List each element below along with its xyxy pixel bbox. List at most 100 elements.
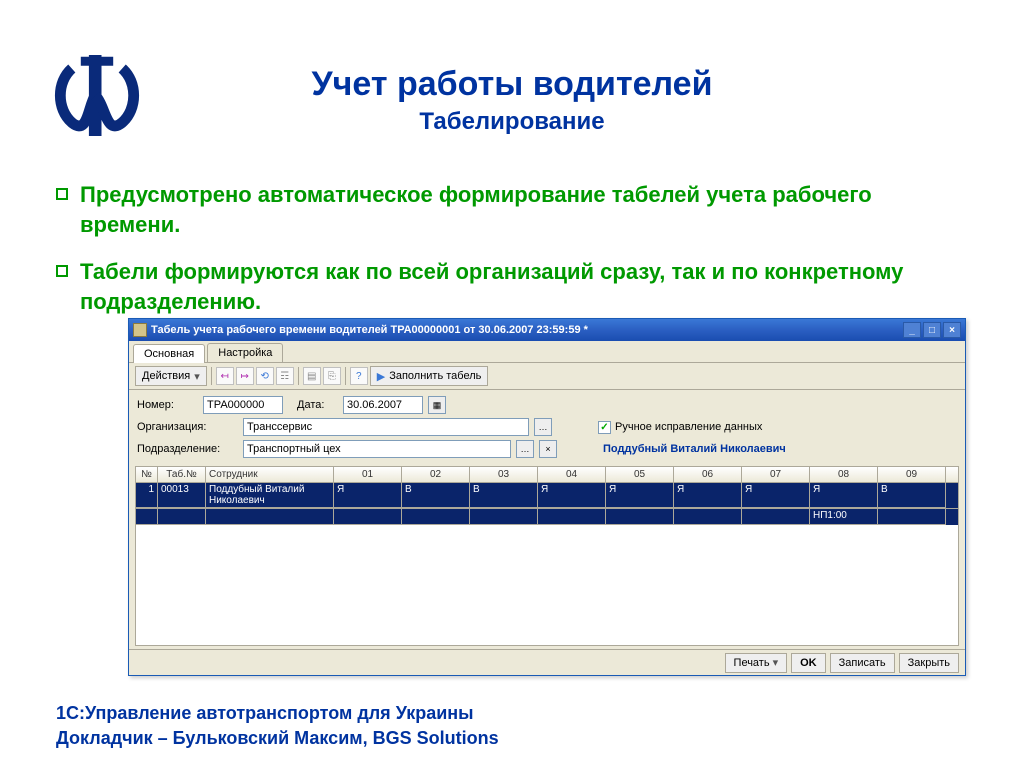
manual-checkbox[interactable]: ✓ (598, 421, 611, 434)
tabs: Основная Настройка (129, 341, 965, 363)
cell-day: В (402, 483, 470, 508)
play-icon: ▶ (377, 370, 385, 383)
manual-label: Ручное исправление данных (615, 421, 762, 433)
toolbar: Действия ▾ ↤ ↦ ⟲ ☶ ▤ ⎘ ? ▶ Заполнить табел… (129, 363, 965, 390)
cell-day: В (470, 483, 538, 508)
actions-menu[interactable]: Действия ▾ (135, 366, 207, 386)
window-footer: Печать▾ OK Записать Закрыть (129, 649, 965, 675)
refresh-icon[interactable]: ⟲ (256, 367, 274, 385)
app-window: Табель учета рабочего времени водителей … (128, 318, 966, 676)
date-label: Дата: (297, 399, 337, 411)
next-icon[interactable]: ↦ (236, 367, 254, 385)
print-label: Печать (734, 657, 770, 669)
window-icon (133, 323, 147, 337)
table-row[interactable]: НП1:00 (136, 508, 958, 525)
cell-day: Я (674, 483, 742, 508)
col-n[interactable]: № (136, 467, 158, 482)
cell-day: Я (538, 483, 606, 508)
cell-blank (538, 509, 606, 525)
cell-blank (158, 509, 206, 525)
close-button-footer[interactable]: Закрыть (899, 653, 959, 673)
cell-day: Я (810, 483, 878, 508)
chevron-down-icon: ▾ (773, 656, 779, 669)
cell-day: Я (606, 483, 674, 508)
cell-blank (206, 509, 334, 525)
cell-blank (674, 509, 742, 525)
number-input[interactable] (203, 396, 283, 414)
toolbar-separator (298, 367, 299, 385)
tab-main[interactable]: Основная (133, 344, 205, 363)
cell-emp: Поддубный Виталий Николаевич (206, 483, 334, 508)
print-button[interactable]: Печать▾ (725, 653, 788, 673)
minimize-button[interactable]: _ (903, 322, 921, 338)
cell-blank (470, 509, 538, 525)
cell-blank (334, 509, 402, 525)
org-pick-button[interactable]: … (534, 418, 552, 436)
cell-blank (742, 509, 810, 525)
col-day[interactable]: 01 (334, 467, 402, 482)
cell-n: 1 (136, 483, 158, 508)
bullet-icon (56, 265, 68, 277)
bullet-icon (56, 188, 68, 200)
org-label: Организация: (137, 421, 237, 433)
col-day[interactable]: 03 (470, 467, 538, 482)
cell-blank (136, 509, 158, 525)
cell-blank (606, 509, 674, 525)
ok-button[interactable]: OK (791, 653, 826, 673)
save-button[interactable]: Записать (830, 653, 895, 673)
dept-label: Подразделение: (137, 443, 237, 455)
bullet-item: Табели формируются как по всей организац… (56, 257, 956, 316)
prev-icon[interactable]: ↤ (216, 367, 234, 385)
date-picker-button[interactable]: ▦ (428, 396, 446, 414)
col-day[interactable]: 02 (402, 467, 470, 482)
col-day[interactable]: 09 (878, 467, 946, 482)
col-emp[interactable]: Сотрудник (206, 467, 334, 482)
col-day[interactable]: 08 (810, 467, 878, 482)
toolbar-separator (211, 367, 212, 385)
copy-icon[interactable]: ⎘ (323, 367, 341, 385)
struct-icon[interactable]: ☶ (276, 367, 294, 385)
tab-settings[interactable]: Настройка (207, 343, 283, 362)
maximize-button[interactable]: □ (923, 322, 941, 338)
col-day[interactable]: 07 (742, 467, 810, 482)
dept-pick-button[interactable]: … (516, 440, 534, 458)
dept-input[interactable] (243, 440, 511, 458)
titlebar[interactable]: Табель учета рабочего времени водителей … (129, 319, 965, 341)
cell-blank (878, 509, 946, 525)
dept-clear-button[interactable]: × (539, 440, 557, 458)
table-body: 1 00013 Поддубный Виталий Николаевич Я В… (136, 483, 958, 525)
cell-tabn: 00013 (158, 483, 206, 508)
cell-day: В (878, 483, 946, 508)
bullet-text: Предусмотрено автоматическое формировани… (80, 180, 956, 239)
fill-label: Заполнить табель (389, 370, 481, 382)
bullet-item: Предусмотрено автоматическое формировани… (56, 180, 956, 239)
table-header: № Таб.№ Сотрудник 01 02 03 04 05 06 07 0… (136, 467, 958, 483)
col-tabn[interactable]: Таб.№ (158, 467, 206, 482)
footer-line1: 1С:Управление автотранспортом для Украин… (56, 701, 499, 725)
bullet-text: Табели формируются как по всей организац… (80, 257, 956, 316)
timesheet-table[interactable]: № Таб.№ Сотрудник 01 02 03 04 05 06 07 0… (135, 466, 959, 646)
slide-subtitle: Табелирование (0, 108, 1024, 136)
number-label: Номер: (137, 399, 197, 411)
actions-label: Действия (142, 370, 190, 382)
footer-line2: Докладчик – Бульковский Максим, BGS Solu… (56, 726, 499, 750)
close-button[interactable]: × (943, 322, 961, 338)
cell-day: Я (742, 483, 810, 508)
col-day[interactable]: 06 (674, 467, 742, 482)
form-area: Номер: Дата: ▦ Организация: … ✓ Ручное и… (129, 390, 965, 464)
org-input[interactable] (243, 418, 529, 436)
sheet-icon[interactable]: ▤ (303, 367, 321, 385)
col-day[interactable]: 05 (606, 467, 674, 482)
fill-button[interactable]: ▶ Заполнить табель (370, 366, 489, 386)
table-row[interactable]: 1 00013 Поддубный Виталий Николаевич Я В… (136, 483, 958, 508)
chevron-down-icon: ▾ (194, 370, 200, 383)
cell-blank (402, 509, 470, 525)
col-day[interactable]: 04 (538, 467, 606, 482)
help-icon[interactable]: ? (350, 367, 368, 385)
cell-day: Я (334, 483, 402, 508)
window-title: Табель учета рабочего времени водителей … (151, 324, 901, 336)
slide-title: Учет работы водителей (0, 65, 1024, 104)
cell-extra: НП1:00 (810, 509, 878, 525)
employee-highlight: Поддубный Виталий Николаевич (603, 443, 786, 455)
date-input[interactable] (343, 396, 423, 414)
